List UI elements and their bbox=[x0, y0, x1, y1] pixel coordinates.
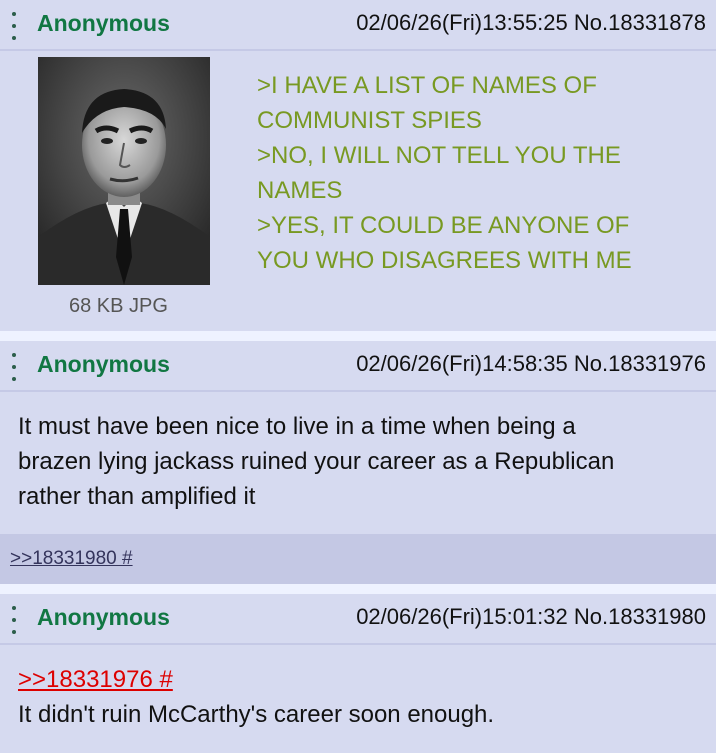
more-vertical-icon[interactable] bbox=[10, 353, 18, 381]
post-meta[interactable]: 02/06/26(Fri)14:58:35 No.18331976 bbox=[356, 351, 706, 377]
header-divider bbox=[0, 643, 716, 645]
poster-name: Anonymous bbox=[37, 604, 170, 630]
greentext-line: >YES, IT COULD BE ANYONE OF bbox=[257, 212, 630, 239]
post-message: >>18331976 # It didn't ruin McCarthy's c… bbox=[18, 662, 494, 732]
post-18331878: Anonymous 02/06/26(Fri)13:55:25 No.18331… bbox=[0, 0, 716, 331]
post-header: Anonymous 02/06/26(Fri)14:58:35 No.18331… bbox=[0, 341, 716, 390]
backlinks-bar: >>18331980 # bbox=[0, 534, 716, 584]
greentext-line: COMMUNIST SPIES bbox=[257, 107, 482, 134]
post-header: Anonymous 02/06/26(Fri)15:01:32 No.18331… bbox=[0, 594, 716, 643]
message-line: It must have been nice to live in a time… bbox=[18, 413, 576, 440]
message-line: brazen lying jackass ruined your career … bbox=[18, 448, 615, 475]
backlink[interactable]: >>18331980 # bbox=[10, 548, 133, 570]
greentext-line: YOU WHO DISAGREES WITH ME bbox=[257, 247, 632, 274]
post-meta[interactable]: 02/06/26(Fri)15:01:32 No.18331980 bbox=[356, 604, 706, 630]
header-divider bbox=[0, 390, 716, 392]
post-header: Anonymous 02/06/26(Fri)13:55:25 No.18331… bbox=[0, 0, 716, 49]
post-gap bbox=[0, 584, 716, 594]
more-vertical-icon[interactable] bbox=[10, 606, 18, 634]
poster-name: Anonymous bbox=[37, 351, 170, 377]
header-divider bbox=[0, 49, 716, 51]
poster-name: Anonymous bbox=[37, 10, 170, 36]
more-vertical-icon[interactable] bbox=[10, 12, 18, 40]
file-info[interactable]: 68 KB JPG bbox=[69, 295, 168, 318]
post-18331980: Anonymous 02/06/26(Fri)15:01:32 No.18331… bbox=[0, 594, 716, 753]
greentext-line: >NO, I WILL NOT TELL YOU THE bbox=[257, 142, 621, 169]
post-message: It must have been nice to live in a time… bbox=[18, 409, 614, 514]
greentext-line: NAMES bbox=[257, 177, 343, 204]
greentext-line: >I HAVE A LIST OF NAMES OF bbox=[257, 72, 597, 99]
reply-quote-link[interactable]: >>18331976 # bbox=[18, 666, 173, 693]
post-message: >I HAVE A LIST OF NAMES OF COMMUNIST SPI… bbox=[257, 68, 632, 278]
post-thumbnail[interactable] bbox=[38, 57, 210, 285]
post-gap bbox=[0, 331, 716, 341]
portrait-image bbox=[38, 57, 210, 285]
message-line: rather than amplified it bbox=[18, 483, 256, 510]
message-line: It didn't ruin McCarthy's career soon en… bbox=[18, 701, 495, 728]
post-meta[interactable]: 02/06/26(Fri)13:55:25 No.18331878 bbox=[356, 10, 706, 36]
